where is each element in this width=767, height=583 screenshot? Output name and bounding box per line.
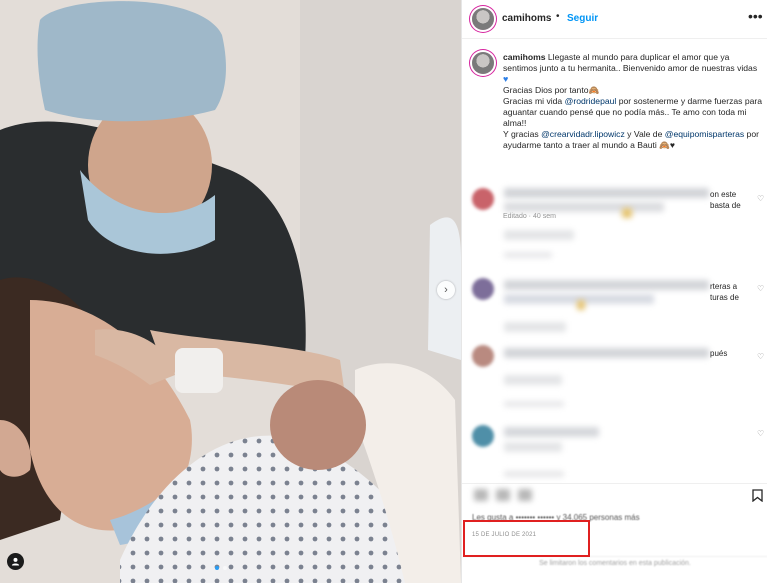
chevron-right-icon: › xyxy=(444,284,448,296)
avatar[interactable] xyxy=(472,8,494,30)
action-bar xyxy=(462,483,767,506)
follow-button[interactable]: Seguir xyxy=(567,13,598,24)
highlight-box xyxy=(463,520,590,557)
post-header: camihoms • Seguir ••• xyxy=(462,0,767,39)
mention-rodridepaul[interactable]: @rodridepaul xyxy=(565,96,617,106)
blurred-replies xyxy=(504,401,564,407)
comment-avatar[interactable] xyxy=(472,278,494,300)
post-photo[interactable]: › xyxy=(0,0,461,583)
comments-limited-notice: Se limitaron los comentarios en esta pub… xyxy=(462,556,767,567)
caption-line-2: Gracias Dios por tanto🙈 xyxy=(503,85,600,95)
caption-line-4b: y Vale de xyxy=(624,129,665,139)
user-icon xyxy=(11,557,20,566)
comment-avatar[interactable] xyxy=(472,425,494,447)
caption-line-3a: Gracias mi vida xyxy=(503,96,565,106)
share-icon[interactable] xyxy=(518,489,532,501)
mention-crearvida[interactable]: @crearvidadr.lipowicz xyxy=(541,129,625,139)
blurred-text xyxy=(504,427,599,437)
like-comment-heart-icon[interactable]: ♡ xyxy=(757,194,764,203)
blurred-meta xyxy=(504,442,562,452)
mention-equipomisparteras[interactable]: @equipomisparteras xyxy=(665,129,744,139)
edited-timestamp: Editado · 40 sem xyxy=(503,213,556,220)
comment-avatar[interactable] xyxy=(472,345,494,367)
next-photo-button[interactable]: › xyxy=(437,281,455,299)
carousel-dot xyxy=(223,566,227,570)
separator-dot: • xyxy=(556,11,560,22)
comment-tail-text: pués xyxy=(710,349,728,358)
comment-avatar[interactable] xyxy=(472,188,494,210)
caption-avatar[interactable] xyxy=(472,52,494,74)
birth-photo-illustration xyxy=(0,0,461,583)
like-comment-heart-icon[interactable]: ♡ xyxy=(757,284,764,293)
like-icon[interactable] xyxy=(474,489,488,501)
carousel-indicator xyxy=(215,566,227,570)
more-horizontal-icon[interactable]: ••• xyxy=(748,8,763,24)
blurred-replies xyxy=(504,471,564,477)
blurred-text xyxy=(504,280,709,290)
blurred-meta xyxy=(504,322,566,332)
comment-tail-text: rteras a turas de xyxy=(710,282,739,302)
blue-heart-icon: ♥ xyxy=(503,74,509,84)
bookmark-icon[interactable] xyxy=(752,489,763,502)
blurred-emoji xyxy=(577,300,585,310)
comment-icon[interactable] xyxy=(496,489,510,501)
caption-username[interactable]: camihoms xyxy=(503,52,546,62)
blurred-emoji xyxy=(622,208,632,218)
like-comment-heart-icon[interactable]: ♡ xyxy=(757,429,764,438)
comment-tail-text: on este basta de xyxy=(710,190,741,210)
blurred-replies xyxy=(504,252,552,258)
post-side-panel: camihoms • Seguir ••• camihoms Llegaste … xyxy=(461,0,767,583)
blurred-text xyxy=(504,202,664,212)
carousel-dot xyxy=(215,566,219,570)
tagged-users-button[interactable] xyxy=(7,553,24,570)
caption-line-4a: Y gracias xyxy=(503,129,542,139)
header-username[interactable]: camihoms xyxy=(502,13,551,24)
blurred-meta xyxy=(504,375,562,385)
like-comment-heart-icon[interactable]: ♡ xyxy=(757,352,764,361)
blurred-meta xyxy=(504,230,574,240)
blurred-text xyxy=(504,348,709,358)
blurred-text xyxy=(504,188,709,198)
caption-text: camihoms Llegaste al mundo para duplicar… xyxy=(503,52,763,151)
